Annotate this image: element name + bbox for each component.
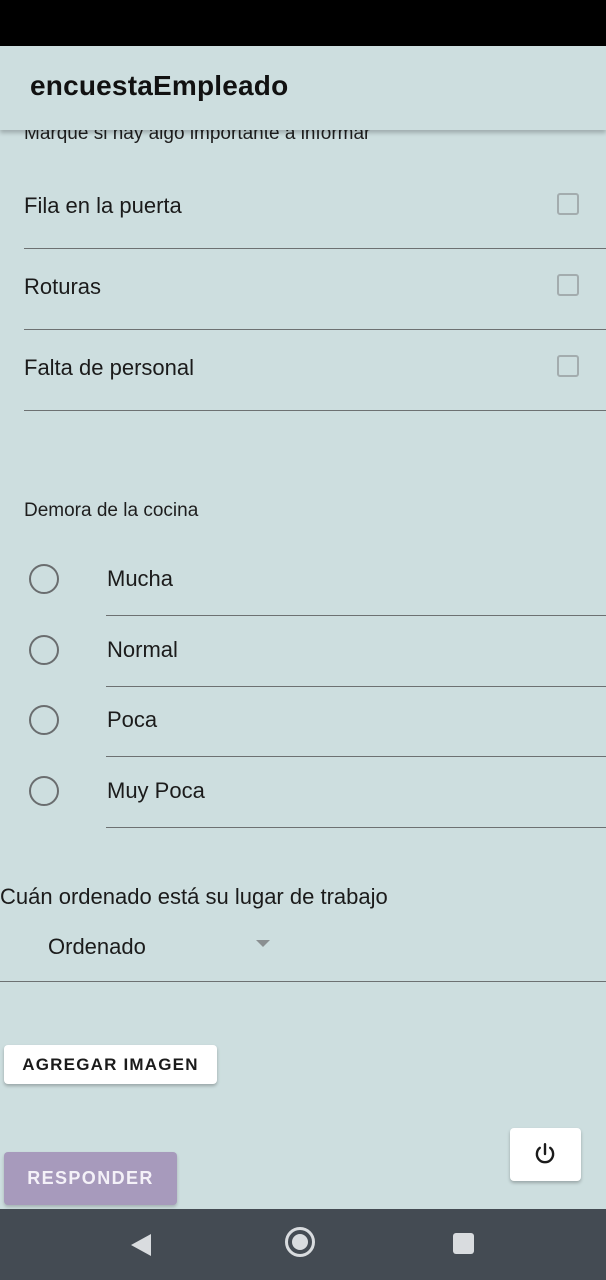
order-dropdown[interactable]: Ordenado <box>0 918 606 982</box>
app-title: encuestaEmpleado <box>30 70 289 101</box>
checkbox-label: Falta de personal <box>24 355 194 380</box>
radio-option-muy-poca[interactable]: Muy Poca <box>0 757 606 828</box>
back-triangle-icon[interactable] <box>129 1233 153 1257</box>
system-nav-bar <box>0 1209 606 1280</box>
radio-button[interactable] <box>29 705 59 735</box>
radio-button[interactable] <box>29 564 59 594</box>
checkbox-row-fila[interactable]: Fila en la puerta <box>24 168 606 249</box>
radio-label: Mucha <box>107 566 174 591</box>
respond-button[interactable]: RESPONDER <box>4 1152 177 1205</box>
checkbox-roturas[interactable] <box>557 274 579 296</box>
dropdown-question: Cuán ordenado está su lugar de trabajo <box>0 884 388 909</box>
survey-form[interactable]: Marque si hay algo importante a informar… <box>0 130 606 1209</box>
checkbox-label: Fila en la puerta <box>24 193 182 218</box>
power-icon <box>535 1143 555 1164</box>
checkbox-fila-en-la-puerta[interactable] <box>557 193 579 215</box>
radio-option-poca[interactable]: Poca <box>0 686 606 757</box>
status-bar <box>0 0 606 46</box>
checkbox-row-falta-personal[interactable]: Falta de personal <box>24 330 606 411</box>
radio-section-label: Demora de la cocina <box>24 500 199 521</box>
recents-square-icon[interactable] <box>453 1233 474 1254</box>
add-image-button[interactable]: AGREGAR IMAGEN <box>4 1045 217 1084</box>
home-circle-icon[interactable] <box>285 1227 315 1257</box>
dropdown-arrow-icon[interactable] <box>256 940 270 947</box>
checkbox-falta-de-personal[interactable] <box>557 355 579 377</box>
radio-label: Muy Poca <box>107 778 205 803</box>
checkbox-row-roturas[interactable]: Roturas <box>24 249 606 330</box>
radio-option-mucha[interactable]: Mucha <box>0 545 606 616</box>
checkbox-section-label: Marque si hay algo importante a informar <box>24 130 371 144</box>
app-bar: encuestaEmpleado <box>0 46 606 130</box>
radio-button[interactable] <box>29 635 59 665</box>
divider <box>106 827 606 828</box>
radio-button[interactable] <box>29 776 59 806</box>
radio-option-normal[interactable]: Normal <box>0 616 606 687</box>
checkbox-label: Roturas <box>24 274 102 299</box>
dropdown-selected-value: Ordenado <box>48 934 146 959</box>
radio-label: Normal <box>107 637 178 662</box>
power-button[interactable] <box>510 1128 581 1181</box>
radio-label: Poca <box>107 707 158 732</box>
